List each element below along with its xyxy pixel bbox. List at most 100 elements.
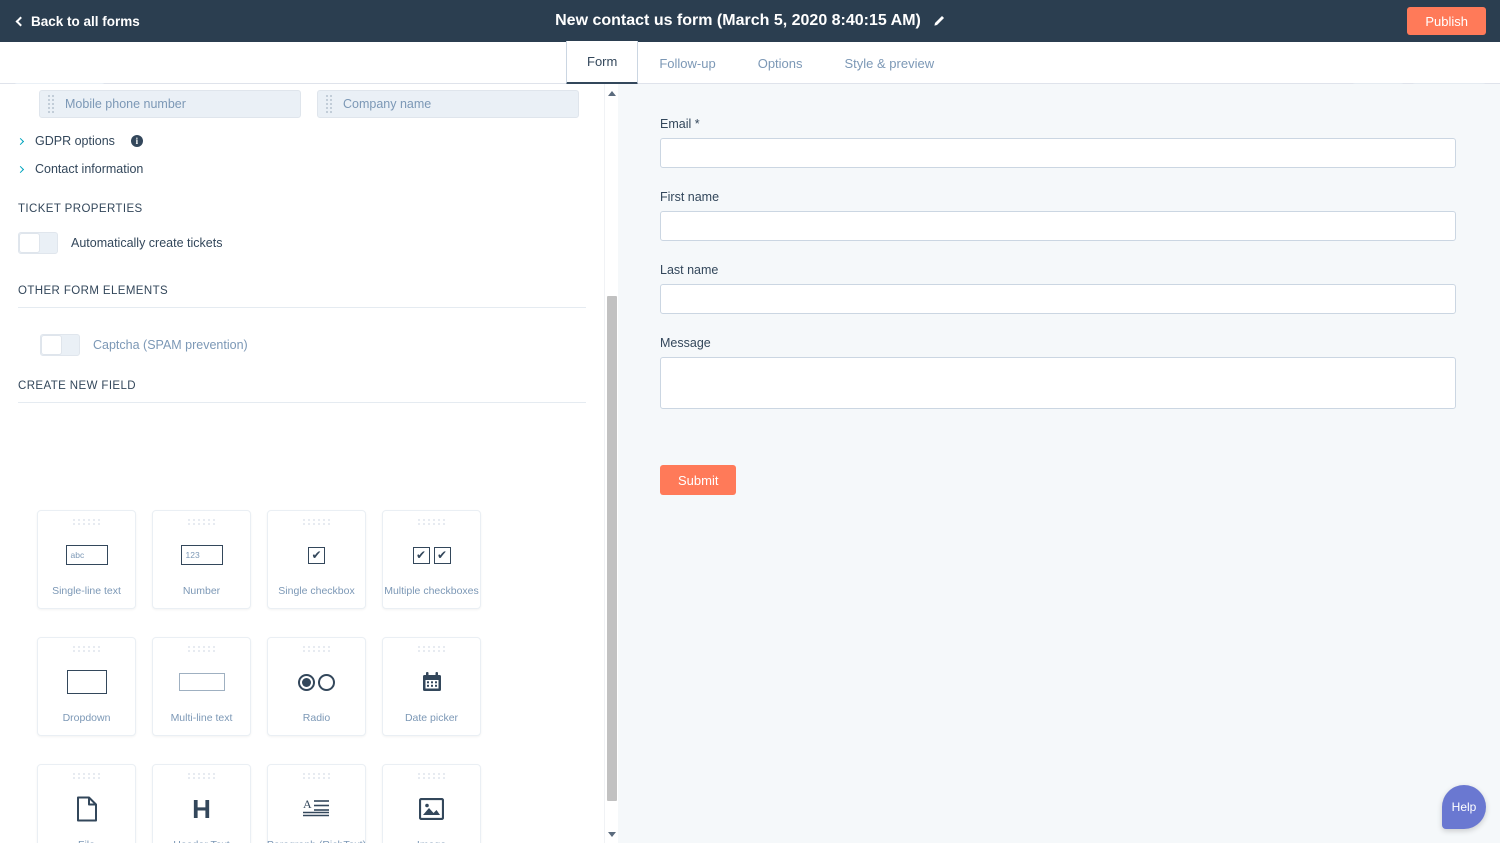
gdpr-options-label: GDPR options xyxy=(35,134,115,148)
form-editor-panel: Mobile phone number Company name GDPR op… xyxy=(0,84,605,843)
field-card-radio[interactable]: Radio xyxy=(267,637,366,736)
field-type-card-row: abc Single-line text 123 Number ✔ xyxy=(37,510,481,609)
preview-field-label: Last name xyxy=(660,263,1456,277)
help-button[interactable]: Help xyxy=(1442,785,1486,829)
editor-panel-scrollbar[interactable] xyxy=(604,84,618,843)
scroll-down-arrow-icon[interactable] xyxy=(605,827,619,841)
first-name-field[interactable] xyxy=(660,211,1456,241)
form-title-container: New contact us form (March 5, 2020 8:40:… xyxy=(0,0,1500,42)
image-icon xyxy=(383,779,480,839)
multi-line-text-icon xyxy=(153,652,250,712)
preview-field-first-name: First name xyxy=(660,190,1456,241)
gdpr-options-section[interactable]: GDPR options i xyxy=(18,134,143,148)
field-card-single-checkbox[interactable]: ✔ Single checkbox xyxy=(267,510,366,609)
field-card-label: Image xyxy=(417,839,446,843)
form-preview-panel: Email * First name Last name Message Sub… xyxy=(618,84,1500,843)
field-card-label: Radio xyxy=(303,712,330,724)
contact-information-label: Contact information xyxy=(35,162,143,176)
preview-field-last-name: Last name xyxy=(660,263,1456,314)
preview-form: Email * First name Last name Message Sub… xyxy=(660,117,1456,495)
scroll-up-arrow-icon[interactable] xyxy=(605,86,619,100)
tab-bar: Learn more Form Follow-up Options Style … xyxy=(0,42,1500,84)
section-divider xyxy=(18,307,586,308)
header-text-icon: H xyxy=(153,779,250,839)
captcha-label: Captcha (SPAM prevention) xyxy=(93,338,248,352)
multiple-checkboxes-icon: ✔ ✔ xyxy=(383,525,480,585)
field-card-image[interactable]: Image xyxy=(382,764,481,843)
field-card-label: Dropdown xyxy=(63,712,111,724)
info-icon[interactable]: i xyxy=(131,135,143,147)
paragraph-richtext-icon: A xyxy=(268,779,365,839)
preview-field-label: Message xyxy=(660,336,1456,350)
captcha-row: Captcha (SPAM prevention) xyxy=(40,334,248,356)
dropdown-icon xyxy=(38,652,135,712)
field-card-single-line-text[interactable]: abc Single-line text xyxy=(37,510,136,609)
tab-form[interactable]: Form xyxy=(566,41,638,85)
chevron-right-icon xyxy=(17,165,24,172)
ticket-properties-heading: TICKET PROPERTIES xyxy=(18,203,143,215)
pencil-icon[interactable] xyxy=(932,15,945,28)
field-card-multiple-checkboxes[interactable]: ✔ ✔ Multiple checkboxes xyxy=(382,510,481,609)
back-to-all-forms-link[interactable]: Back to all forms xyxy=(17,14,140,29)
other-form-elements-heading: OTHER FORM ELEMENTS xyxy=(18,285,168,297)
field-card-paragraph-richtext[interactable]: A Paragraph (RichText) xyxy=(267,764,366,843)
field-card-number[interactable]: 123 Number xyxy=(152,510,251,609)
automatically-create-tickets-toggle[interactable] xyxy=(18,232,58,254)
chevron-right-icon xyxy=(17,137,24,144)
message-field[interactable] xyxy=(660,357,1456,409)
tab-list: Form Follow-up Options Style & preview xyxy=(566,42,955,84)
preview-field-label: Email * xyxy=(660,117,1456,131)
automatically-create-tickets-label: Automatically create tickets xyxy=(71,236,222,250)
preview-field-message: Message xyxy=(660,336,1456,414)
single-checkbox-icon: ✔ xyxy=(268,525,365,585)
drag-handle-icon[interactable] xyxy=(326,95,332,113)
svg-text:A: A xyxy=(303,797,312,811)
field-card-file[interactable]: File xyxy=(37,764,136,843)
automatically-create-tickets-row: Automatically create tickets xyxy=(18,232,222,254)
field-card-header-text[interactable]: H Header Text xyxy=(152,764,251,843)
preview-field-label: First name xyxy=(660,190,1456,204)
contact-information-section[interactable]: Contact information xyxy=(18,162,143,176)
file-icon xyxy=(38,779,135,839)
field-type-card-row: File H Header Text A xyxy=(37,764,481,843)
field-card-label: Paragraph (RichText) xyxy=(267,839,366,843)
email-field[interactable] xyxy=(660,138,1456,168)
field-card-label: Date picker xyxy=(405,712,458,724)
form-field-mobile-phone-number[interactable]: Mobile phone number xyxy=(39,90,301,118)
section-divider xyxy=(18,402,586,403)
page-title: New contact us form (March 5, 2020 8:40:… xyxy=(555,0,921,42)
captcha-toggle[interactable] xyxy=(40,334,80,356)
date-picker-icon xyxy=(383,652,480,712)
publish-button[interactable]: Publish xyxy=(1407,7,1486,35)
tab-follow-up[interactable]: Follow-up xyxy=(638,42,736,84)
create-new-field-heading: CREATE NEW FIELD xyxy=(18,380,136,392)
field-card-dropdown[interactable]: Dropdown xyxy=(37,637,136,736)
tab-options[interactable]: Options xyxy=(737,42,824,84)
field-card-date-picker[interactable]: Date picker xyxy=(382,637,481,736)
submit-button[interactable]: Submit xyxy=(660,465,736,495)
drag-handle-icon[interactable] xyxy=(48,95,54,113)
field-card-label: Single checkbox xyxy=(278,585,354,597)
field-card-label: Header Text xyxy=(173,839,229,843)
form-field-label: Company name xyxy=(343,97,431,111)
preview-field-email: Email * xyxy=(660,117,1456,168)
field-card-label: Number xyxy=(183,585,220,597)
field-card-label: File xyxy=(78,839,95,843)
existing-fields-row: Mobile phone number Company name xyxy=(39,90,579,118)
field-type-card-grid: abc Single-line text 123 Number ✔ xyxy=(37,510,481,843)
radio-icon xyxy=(268,652,365,712)
last-name-field[interactable] xyxy=(660,284,1456,314)
field-card-label: Multiple checkboxes xyxy=(384,585,479,597)
field-card-label: Single-line text xyxy=(52,585,121,597)
back-to-all-forms-label: Back to all forms xyxy=(31,14,140,29)
chevron-left-icon xyxy=(16,16,26,26)
form-field-label: Mobile phone number xyxy=(65,97,186,111)
field-card-multi-line-text[interactable]: Multi-line text xyxy=(152,637,251,736)
field-card-label: Multi-line text xyxy=(171,712,233,724)
scrollbar-thumb[interactable] xyxy=(607,296,617,801)
form-field-company-name[interactable]: Company name xyxy=(317,90,579,118)
field-type-card-row: Dropdown Multi-line text xyxy=(37,637,481,736)
tab-style-preview[interactable]: Style & preview xyxy=(824,42,956,84)
number-icon: 123 xyxy=(153,525,250,585)
top-navigation-bar: Back to all forms New contact us form (M… xyxy=(0,0,1500,42)
